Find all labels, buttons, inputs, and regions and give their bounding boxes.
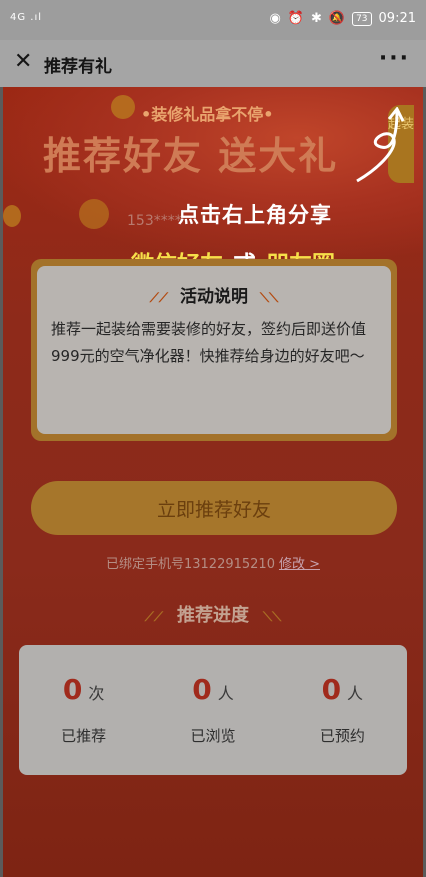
activity-card: ⟋⟋ 活动说明 ⟍⟍ 推荐一起装给需要装修的好友，签约后即送价值999元的空气净化器… [31, 259, 397, 441]
stat-unit: 人 [347, 684, 364, 703]
stat-recommended: 0次 已推荐 [19, 645, 148, 775]
activity-card-inner: ⟋⟋ 活动说明 ⟍⟍ 推荐一起装给需要装修的好友，签约后即送价值999元的空气净化器… [37, 266, 391, 434]
progress-title-row: ⟋⟋ 推荐进度 ⟍⟍ [3, 601, 423, 627]
stat-value-row: 0人 [148, 673, 277, 706]
coin-decoration [111, 95, 135, 119]
promo-page: •装修礼品拿不停• 推荐好友 送大礼 153**** 起装 点击右上角分享 微信… [3, 87, 423, 877]
activity-title-row: ⟋⟋ 活动说明 ⟍⟍ [37, 282, 391, 307]
stat-label: 已预约 [319, 727, 365, 745]
banner-slogan: •装修礼品拿不停• [141, 105, 274, 124]
title-bar: ✕ 推荐有礼 ··· [0, 40, 426, 87]
share-hint: 点击右上角分享 [178, 203, 332, 227]
eye-icon: ◉ [269, 11, 281, 26]
mute-icon: 🔕 [328, 11, 346, 26]
stat-booked: 0人 已预约 [278, 645, 407, 775]
battery-indicator: 73 [352, 11, 372, 26]
bluetooth-icon: ✱ [310, 11, 322, 26]
stat-value: 0 [321, 673, 342, 706]
clock: 09:21 [378, 11, 416, 26]
decoration-icon: ⟍⟍ [260, 291, 279, 306]
share-arrow-icon [356, 107, 405, 183]
edit-phone-link[interactable]: 修改 > [279, 557, 320, 572]
stat-value: 0 [62, 673, 83, 706]
status-bar: 4G .ıl ◉ ⏰ ✱ 🔕 73 09:21 [0, 0, 426, 40]
activity-title: 活动说明 [180, 287, 248, 307]
decoration-icon: ⟋⟋ [149, 291, 168, 306]
stat-unit: 次 [88, 684, 105, 703]
close-icon[interactable]: ✕ [14, 49, 32, 75]
decoration-icon: ⟋⟋ [144, 610, 163, 625]
progress-title: 推荐进度 [177, 605, 249, 626]
stat-value-row: 0次 [19, 673, 148, 706]
masked-phone: 153**** [127, 213, 182, 229]
stat-unit: 人 [217, 684, 234, 703]
status-icons: ◉ ⏰ ✱ 🔕 73 09:21 [269, 11, 416, 26]
banner-title: 推荐好友 送大礼 [43, 134, 339, 178]
page-title: 推荐有礼 [44, 57, 112, 77]
more-menu-icon[interactable]: ··· [379, 46, 410, 71]
stat-label: 已推荐 [61, 727, 107, 745]
stat-viewed: 0人 已浏览 [148, 645, 277, 775]
stat-label: 已浏览 [190, 727, 236, 745]
coin-decoration [79, 199, 109, 229]
bound-phone-text: 已绑定手机号13122915210 [105, 557, 275, 572]
activity-description: 推荐一起装给需要装修的好友，签约后即送价值999元的空气净化器！快推荐给身边的好… [51, 320, 367, 365]
progress-stats: 0次 已推荐 0人 已浏览 0人 已预约 [19, 645, 407, 775]
signal-icon: 4G .ıl [10, 12, 43, 23]
stat-value-row: 0人 [278, 673, 407, 706]
stat-value: 0 [192, 673, 212, 706]
recommend-friend-button[interactable]: 立即推荐好友 [31, 481, 397, 535]
alarm-icon: ⏰ [287, 11, 304, 26]
decoration-icon: ⟍⟍ [263, 610, 282, 625]
bound-phone-line: 已绑定手机号13122915210 修改 > [3, 553, 423, 572]
coin-decoration [3, 205, 21, 227]
